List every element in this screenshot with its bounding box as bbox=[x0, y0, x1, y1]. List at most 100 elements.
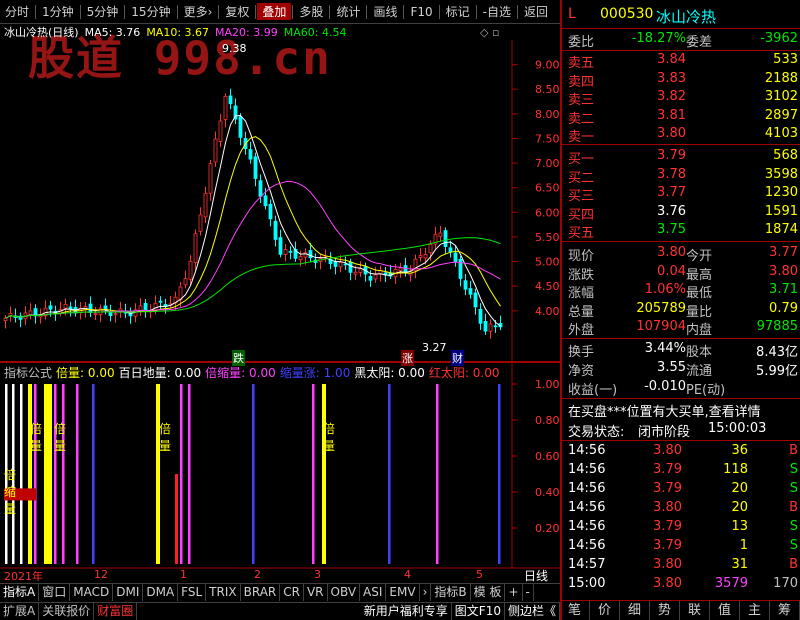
indicator-bar bbox=[54, 384, 57, 564]
toolbar-btn-3[interactable]: 15分钟 bbox=[126, 3, 175, 20]
toolbar-btn-2[interactable]: 5分钟 bbox=[82, 3, 124, 20]
ext-tab-1[interactable]: 关联报价 bbox=[39, 603, 95, 620]
toolbar-btn-11[interactable]: 标记 bbox=[441, 3, 475, 20]
stat-row: 总量 205789 量比 0.79 bbox=[566, 301, 798, 320]
tab-15[interactable]: 模 板 bbox=[471, 584, 506, 601]
stock-code: 000530 bbox=[600, 6, 654, 22]
bid-price: 3.79 bbox=[657, 148, 686, 163]
tab-1[interactable]: 窗口 bbox=[39, 584, 71, 601]
quote-tab-0[interactable]: 笔 bbox=[560, 601, 590, 620]
candlesticks bbox=[3, 88, 503, 339]
tab-11[interactable]: ASI bbox=[360, 584, 387, 601]
stat-value: 107904 bbox=[636, 319, 686, 334]
stat-value: 3.80 bbox=[657, 245, 686, 260]
tab-4[interactable]: DMA bbox=[143, 584, 179, 601]
ext-tab-2[interactable]: 财富圈 bbox=[94, 603, 138, 620]
tab-10[interactable]: OBV bbox=[328, 584, 361, 601]
tab-0[interactable]: 指标A bbox=[0, 584, 40, 601]
quote-tab-1[interactable]: 价 bbox=[590, 601, 620, 620]
quote-tab-3[interactable]: 势 bbox=[650, 601, 680, 620]
y-tick: 5.00 bbox=[535, 256, 560, 269]
notice-text[interactable]: 在买盘***位置有大买单,查看详情 bbox=[568, 401, 761, 420]
y-tick: 5.50 bbox=[535, 231, 560, 244]
time-tick: 1 bbox=[180, 568, 187, 581]
candle bbox=[438, 232, 443, 237]
left-bar-label: 倍缩量 bbox=[4, 468, 17, 516]
tick-row: 14:56 3.80 20 B bbox=[566, 500, 798, 518]
period-label[interactable]: 日线 bbox=[524, 567, 548, 584]
indicator-bar bbox=[180, 384, 183, 564]
toolbar-btn-6[interactable]: 叠加 bbox=[257, 3, 292, 20]
toolbar-btn-8[interactable]: 统计 bbox=[331, 3, 365, 20]
ind-label-3: 缩量涨: 1.00 bbox=[279, 365, 351, 380]
stat-value: 1.06% bbox=[644, 282, 686, 297]
bid-volume: 3598 bbox=[764, 166, 798, 182]
ext-tab-0[interactable]: 扩展A bbox=[0, 603, 40, 620]
toolbar-btn-0[interactable]: 分时 bbox=[0, 3, 34, 20]
toolbar-btn-12[interactable]: -自选 bbox=[478, 3, 516, 20]
quote-tab-5[interactable]: 值 bbox=[710, 601, 740, 620]
tab-6[interactable]: TRIX bbox=[206, 584, 241, 601]
tab-14[interactable]: 指标B bbox=[431, 584, 471, 601]
ask-label: 卖三 bbox=[568, 93, 595, 108]
candle bbox=[223, 95, 228, 120]
tab-9[interactable]: VR bbox=[304, 584, 328, 601]
notice-bar[interactable]: 在买盘***位置有大买单,查看详情 bbox=[566, 401, 798, 420]
stat-value: 97885 bbox=[756, 319, 798, 334]
stat-label: 流通 bbox=[686, 364, 713, 379]
bid-volume: 568 bbox=[773, 148, 798, 163]
tab-12[interactable]: EMV bbox=[386, 584, 420, 601]
ext-tab-right-0[interactable]: 新用户福利专享 bbox=[361, 603, 452, 620]
quote-bottom-tabs: 笔价细势联值主筹 bbox=[560, 600, 800, 620]
candle bbox=[253, 156, 258, 179]
tab-5[interactable]: FSL bbox=[178, 584, 207, 601]
tick-side: S bbox=[789, 481, 798, 496]
ask-row: 卖三 3.82 3102 bbox=[566, 89, 798, 108]
tab-3[interactable]: DMI bbox=[113, 584, 144, 601]
chart-controls[interactable]: ◇ ▫ bbox=[480, 26, 499, 39]
candle bbox=[258, 180, 263, 197]
candle bbox=[158, 300, 163, 303]
toolbar-btn-5[interactable]: 复权 bbox=[220, 3, 254, 20]
tab-8[interactable]: CR bbox=[280, 584, 304, 601]
candle bbox=[283, 249, 288, 255]
tick-price: 3.79 bbox=[653, 481, 682, 496]
ask-volume: 2897 bbox=[764, 107, 798, 123]
candle bbox=[478, 309, 483, 324]
quote-tab-6[interactable]: 主 bbox=[740, 601, 770, 620]
tab-16[interactable]: + bbox=[505, 584, 523, 601]
bid-row: 买一 3.79 568 bbox=[566, 148, 798, 167]
candle bbox=[98, 307, 103, 315]
kline-chart[interactable]: 9.00 8.50 8.00 7.50 7.00 6.50 6.00 5.50 5.00 4.50… bbox=[0, 24, 560, 584]
bid-label: 买四 bbox=[568, 207, 595, 223]
ma60-line bbox=[5, 237, 501, 319]
quote-tab-7[interactable]: 筹 bbox=[770, 601, 800, 620]
toolbar-btn-7[interactable]: 多股 bbox=[294, 3, 328, 20]
ext-tab-right-2[interactable]: 侧边栏《 bbox=[505, 603, 560, 620]
indicator-name[interactable]: 指标公式 bbox=[4, 364, 52, 381]
toolbar-btn-4[interactable]: 更多› bbox=[179, 3, 218, 20]
stat-value: 8.43亿 bbox=[756, 345, 798, 360]
ind-label-0: 倍量: 0.00 bbox=[56, 365, 115, 380]
flag-label: L bbox=[568, 6, 576, 22]
tab-7[interactable]: BRAR bbox=[241, 584, 281, 601]
candle bbox=[463, 280, 468, 290]
candle bbox=[228, 95, 233, 105]
candle bbox=[493, 325, 498, 328]
candle bbox=[338, 261, 343, 268]
quote-tab-2[interactable]: 细 bbox=[620, 601, 650, 620]
bid-price: 3.78 bbox=[657, 166, 686, 182]
quote-tab-4[interactable]: 联 bbox=[680, 601, 710, 620]
time-tick: 5 bbox=[476, 568, 483, 581]
tab-17[interactable]: - bbox=[523, 584, 534, 601]
ext-tab-right-1[interactable]: 图文F10 bbox=[452, 603, 505, 620]
tick-side: S bbox=[789, 519, 798, 534]
tab-2[interactable]: MACD bbox=[70, 584, 114, 601]
bid-price: 3.75 bbox=[657, 222, 686, 237]
toolbar-btn-1[interactable]: 1分钟 bbox=[37, 3, 79, 20]
tab-13[interactable]: › bbox=[420, 584, 432, 601]
toolbar-btn-10[interactable]: F10 bbox=[405, 5, 437, 19]
toolbar-btn-9[interactable]: 画线 bbox=[368, 3, 402, 20]
indicator-bars bbox=[4, 384, 501, 564]
toolbar-btn-13[interactable]: 返回 bbox=[519, 3, 553, 20]
